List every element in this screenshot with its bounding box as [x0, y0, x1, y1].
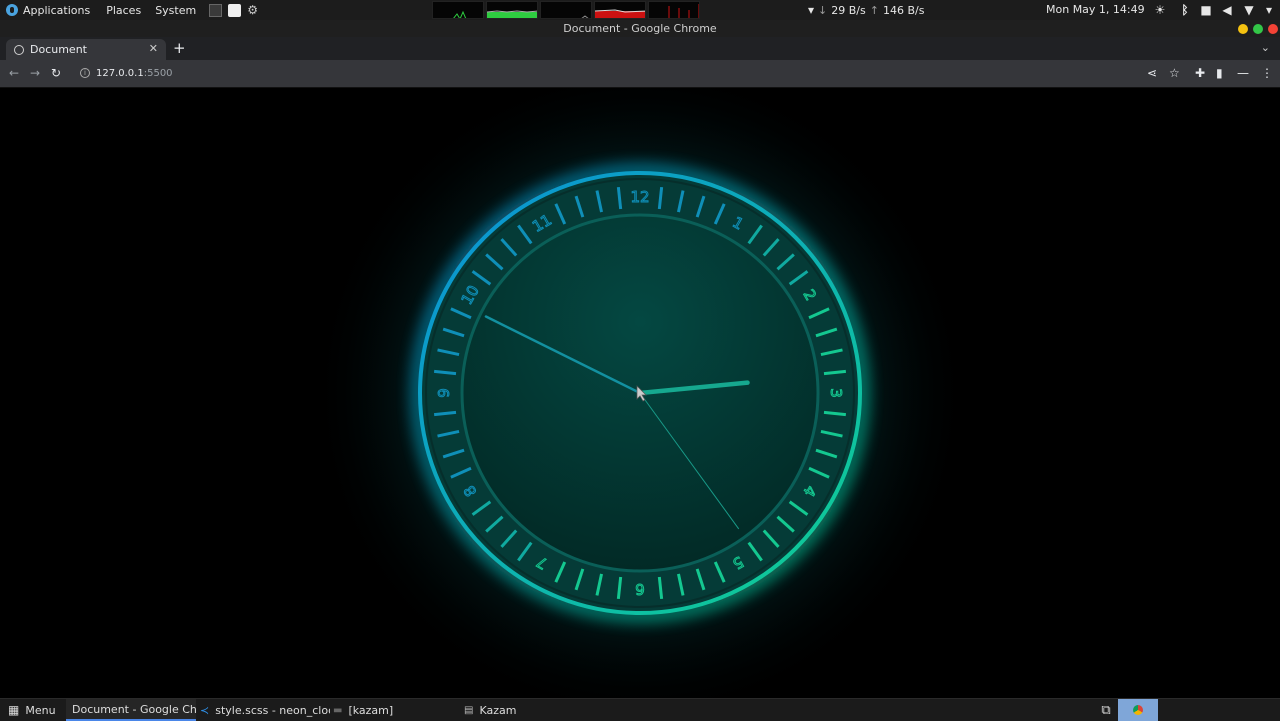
back-icon[interactable]: ← [9, 66, 19, 80]
close-button[interactable] [1268, 24, 1278, 34]
vscode-icon: ≺ [200, 703, 210, 717]
panel-clock[interactable]: Mon May 1, 14:49 [1046, 0, 1145, 20]
kazam-icon: ▤ [464, 704, 474, 716]
url-port: :5500 [143, 67, 173, 79]
tab-document[interactable]: Document ✕ [6, 39, 166, 60]
window-titlebar: Document - Google Chrome [0, 20, 1280, 37]
hour-number: 6 [635, 580, 645, 598]
camera-icon[interactable]: ■ [1197, 0, 1215, 20]
address-bar[interactable]: i 127.0.0.1:5500 [76, 63, 1146, 83]
network-speed: ▾ ↓ 29 B/s ↑ 146 B/s [808, 0, 924, 20]
brightness-icon[interactable]: ☀ [1151, 0, 1169, 20]
page-viewport: 12 1 2 3 4 5 6 7 8 9 10 11 [0, 63, 1280, 721]
site-info-icon[interactable]: i [80, 68, 90, 78]
bookmark-star-icon[interactable]: ☆ [1169, 66, 1180, 80]
chrome-tray-icon[interactable] [1118, 699, 1158, 721]
text-editor-launcher-icon[interactable] [228, 3, 242, 17]
taskbar-item-label: Kazam [479, 703, 517, 717]
close-tab-icon[interactable]: ✕ [149, 42, 158, 55]
download-arrow-icon: ↓ [818, 3, 828, 17]
window-title: Document - Google Chrome [563, 22, 717, 35]
terminal-launcher-icon[interactable] [209, 3, 223, 17]
chrome-icon [1133, 705, 1143, 715]
taskbar-item-label: [kazam] [348, 703, 394, 717]
wifi-tray-icon[interactable]: ▼ [1240, 0, 1258, 20]
side-panel-icon[interactable]: ▮ [1216, 66, 1223, 80]
forward-icon[interactable]: → [30, 66, 40, 80]
wifi-icon[interactable]: ▾ [808, 3, 814, 17]
volume-icon[interactable]: ◀ [1218, 0, 1236, 20]
neon-clock: 121234567891011 [310, 63, 970, 721]
load-monitor [648, 1, 700, 19]
upload-speed: 146 B/s [882, 3, 925, 17]
extensions-icon[interactable]: ✚ [1195, 66, 1205, 80]
bluetooth-icon[interactable]: ᛒ [1176, 0, 1194, 20]
maximize-button[interactable] [1253, 24, 1263, 34]
taskbar-item-vscode[interactable]: ≺ style.scss - neon_clock ... [200, 699, 330, 721]
profile-icon[interactable]: — [1237, 66, 1249, 80]
new-tab-button[interactable]: + [173, 39, 186, 57]
reload-icon[interactable]: ↻ [51, 66, 61, 80]
network-monitor [540, 1, 592, 19]
upload-arrow-icon: ↑ [869, 3, 879, 17]
browser-toolbar: ← → ↻ i 127.0.0.1:5500 ⋖ ☆ ✚ ▮ — ⋮ [0, 60, 1280, 88]
chrome-menu-icon[interactable]: ⋮ [1261, 66, 1273, 80]
applications-label: Applications [23, 3, 91, 17]
hour-number: 12 [630, 188, 649, 206]
applications-menu[interactable]: Applications [0, 0, 95, 20]
hour-number: 9 [435, 388, 453, 398]
menu-label: Menu [25, 703, 56, 717]
window-icon: ▬ [333, 704, 343, 716]
power-icon[interactable]: ▾ [1260, 0, 1278, 20]
minimize-button[interactable] [1238, 24, 1248, 34]
places-menu[interactable]: Places [101, 0, 146, 20]
tab-strip: Document ✕ + ⌄ [0, 37, 1280, 60]
menu-button[interactable]: ▦ Menu [8, 699, 58, 721]
taskbar-item-kazam-dialog[interactable]: ▬ [kazam] [333, 699, 453, 721]
taskbar-item-label: Document - Google Chr... [72, 702, 196, 716]
memory-monitor [486, 1, 538, 19]
globe-icon [14, 44, 24, 55]
taskbar-item-label: style.scss - neon_clock ... [215, 703, 330, 717]
download-speed: 29 B/s [831, 3, 866, 17]
settings-launcher-icon[interactable]: ⚙ [247, 3, 260, 17]
tab-title: Document [30, 43, 87, 56]
grid-menu-icon: ▦ [8, 703, 20, 717]
system-menu[interactable]: System [150, 0, 201, 20]
taskbar-item-chrome[interactable]: Document - Google Chr... [66, 699, 196, 721]
taskbar-item-kazam[interactable]: ▤ Kazam [464, 699, 584, 721]
screenshot-tool-icon[interactable]: ⧉ [1097, 699, 1115, 721]
share-icon[interactable]: ⋖ [1147, 66, 1157, 80]
tab-search-icon[interactable]: ⌄ [1261, 41, 1270, 54]
url-host: 127.0.0.1 [96, 67, 144, 79]
cpu-monitor [432, 1, 484, 19]
swap-monitor [594, 1, 646, 19]
distro-logo-icon [6, 4, 18, 16]
hour-number: 3 [827, 388, 845, 398]
taskbar: ▦ Menu Document - Google Chr... ≺ style.… [0, 698, 1280, 721]
